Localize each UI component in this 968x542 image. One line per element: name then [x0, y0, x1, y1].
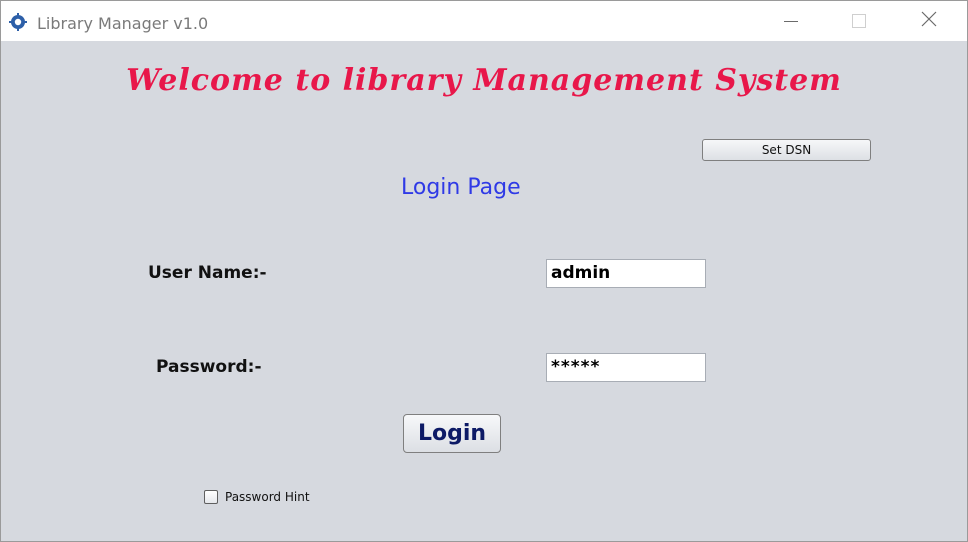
title-bar: Library Manager v1.0 [1, 1, 967, 41]
welcome-heading: Welcome to library Management System [126, 63, 842, 98]
maximize-icon [852, 14, 866, 28]
close-icon [921, 11, 937, 31]
maximize-button[interactable] [824, 1, 894, 41]
window-title: Library Manager v1.0 [37, 14, 209, 33]
password-field[interactable]: ***** [546, 353, 706, 382]
password-hint-label: Password Hint [225, 490, 310, 504]
login-page-title: Login Page [401, 175, 521, 200]
username-field[interactable]: admin [546, 259, 706, 288]
password-hint-toggle[interactable]: Password Hint [204, 490, 310, 504]
gear-icon [9, 13, 27, 31]
username-label: User Name:- [148, 263, 267, 283]
login-button[interactable]: Login [403, 414, 501, 453]
close-button[interactable] [894, 1, 964, 41]
app-window: Library Manager v1.0 Welcome to library … [0, 0, 968, 542]
minimize-button[interactable] [756, 1, 826, 41]
password-label: Password:- [156, 357, 262, 377]
set-dsn-button[interactable]: Set DSN [702, 139, 871, 161]
minimize-icon [784, 20, 798, 22]
password-hint-checkbox[interactable] [204, 490, 218, 504]
